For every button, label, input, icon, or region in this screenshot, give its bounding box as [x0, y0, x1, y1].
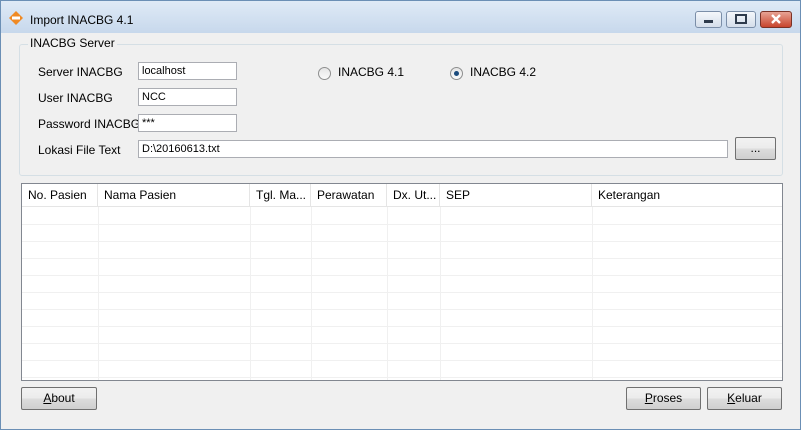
- grid-line: [22, 377, 782, 378]
- grid-line: [250, 207, 251, 380]
- restore-icon: [735, 14, 747, 24]
- password-input[interactable]: ***: [138, 114, 237, 132]
- minimize-icon: [704, 20, 713, 23]
- grid-line: [22, 224, 782, 225]
- about-label: bout: [51, 391, 75, 405]
- title-bar[interactable]: Import INACBG 4.1: [1, 1, 800, 33]
- server-group-title: INACBG Server: [28, 36, 117, 50]
- grid-line: [22, 241, 782, 242]
- close-icon: [771, 14, 781, 24]
- file-location-label: Lokasi File Text: [38, 143, 121, 157]
- grid-line: [22, 258, 782, 259]
- grid-line: [440, 207, 441, 380]
- browse-button[interactable]: ...: [735, 137, 776, 160]
- keluar-button[interactable]: Keluar: [707, 387, 782, 410]
- grid-line: [22, 309, 782, 310]
- column-header-keterangan[interactable]: Keterangan: [592, 184, 782, 206]
- proses-label: roses: [652, 391, 683, 405]
- proses-mnemonic: P: [644, 391, 653, 405]
- keluar-mnemonic: K: [727, 391, 736, 405]
- server-label: Server INACBG: [38, 65, 123, 79]
- table-header: No. Pasien Nama Pasien Tgl. Ma... Perawa…: [22, 184, 782, 207]
- form-body: INACBG Server Server INACBG localhost Us…: [9, 33, 793, 422]
- radio-inacbg-42-label[interactable]: INACBG 4.2: [470, 65, 536, 79]
- radio-inacbg-41[interactable]: [318, 67, 331, 80]
- grid-line: [22, 292, 782, 293]
- grid-line: [22, 343, 782, 344]
- user-input[interactable]: NCC: [138, 88, 237, 106]
- column-header-perawatan[interactable]: Perawatan: [311, 184, 387, 206]
- column-header-nama-pasien[interactable]: Nama Pasien: [98, 184, 250, 206]
- column-header-no-pasien[interactable]: No. Pasien: [22, 184, 98, 206]
- grid-line: [22, 275, 782, 276]
- password-label: Password INACBG: [38, 117, 141, 131]
- grid-line: [592, 207, 593, 380]
- grid-line: [387, 207, 388, 380]
- minimize-button[interactable]: [695, 11, 722, 28]
- grid-line: [311, 207, 312, 380]
- server-input[interactable]: localhost: [138, 62, 237, 80]
- radio-selected-dot: [454, 71, 459, 76]
- proses-button[interactable]: Proses: [626, 387, 701, 410]
- maximize-button[interactable]: [726, 11, 756, 28]
- user-label: User INACBG: [38, 91, 113, 105]
- radio-inacbg-41-label[interactable]: INACBG 4.1: [338, 65, 404, 79]
- app-icon: [9, 11, 23, 25]
- file-location-input[interactable]: D:\20160613.txt: [138, 140, 728, 158]
- patient-list-table[interactable]: No. Pasien Nama Pasien Tgl. Ma... Perawa…: [21, 183, 783, 381]
- grid-line: [22, 326, 782, 327]
- import-window: Import INACBG 4.1 INACBG Server Server I…: [0, 0, 801, 430]
- about-button[interactable]: About: [21, 387, 97, 410]
- grid-line: [98, 207, 99, 380]
- column-header-dx-utama[interactable]: Dx. Ut...: [387, 184, 440, 206]
- radio-inacbg-42[interactable]: [450, 67, 463, 80]
- keluar-label: eluar: [735, 391, 762, 405]
- grid-line: [22, 360, 782, 361]
- column-header-tgl-masuk[interactable]: Tgl. Ma...: [250, 184, 311, 206]
- column-header-sep[interactable]: SEP: [440, 184, 592, 206]
- window-title: Import INACBG 4.1: [30, 13, 134, 27]
- close-button[interactable]: [760, 11, 792, 28]
